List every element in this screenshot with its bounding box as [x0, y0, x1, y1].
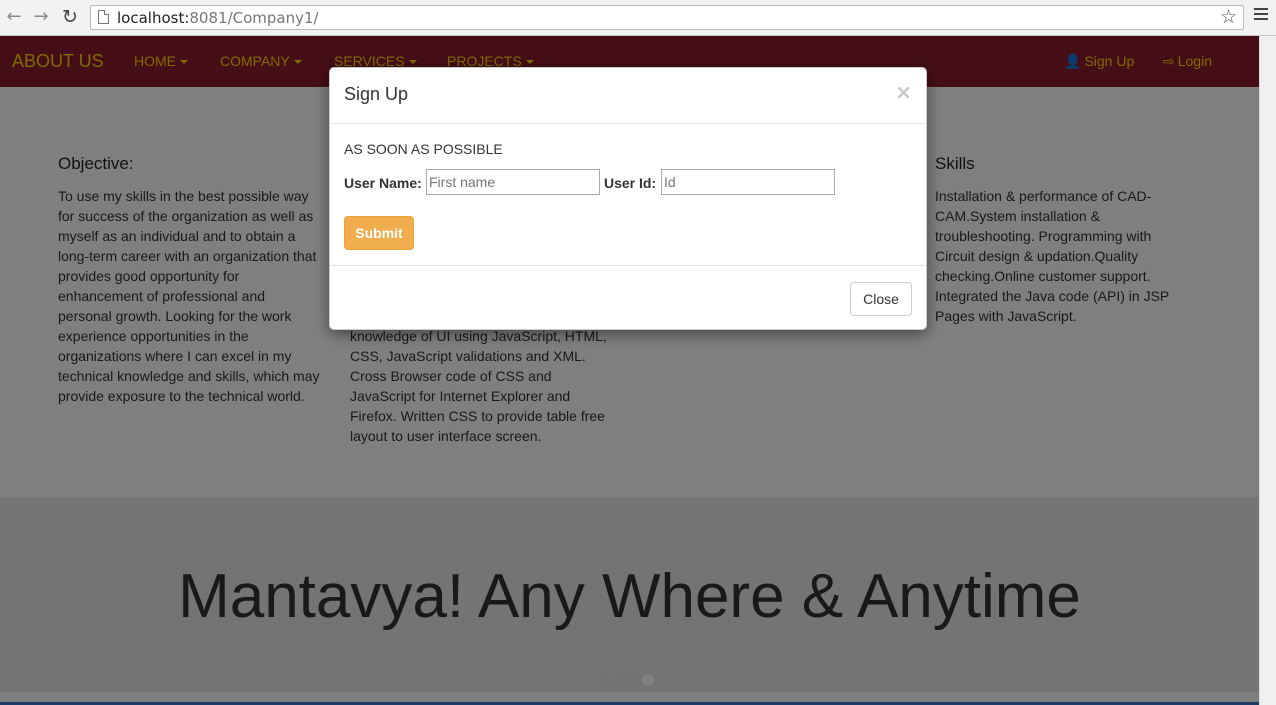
- modal-body: AS SOON AS POSSIBLE User Name: User Id: …: [330, 124, 926, 266]
- forward-icon[interactable]: →: [31, 7, 51, 27]
- modal-title: Sign Up: [344, 84, 409, 104]
- submit-button[interactable]: Submit: [344, 216, 414, 250]
- url-host: localhost:: [117, 9, 190, 27]
- page-icon: [98, 10, 109, 24]
- userid-input[interactable]: [661, 169, 835, 195]
- close-icon[interactable]: ×: [895, 80, 912, 104]
- signup-modal: Sign Up × AS SOON AS POSSIBLE User Name:…: [329, 67, 927, 330]
- browser-menu-icon[interactable]: [1254, 8, 1268, 22]
- scrollbar[interactable]: [1259, 36, 1276, 705]
- userid-label: User Id:: [604, 175, 657, 191]
- url-text[interactable]: localhost:8081/Company1/: [117, 9, 319, 27]
- modal-footer: Close: [330, 266, 926, 329]
- close-button[interactable]: Close: [850, 282, 912, 316]
- modal-header: Sign Up ×: [330, 68, 926, 124]
- browser-toolbar: ← → ↻ localhost:8081/Company1/ ☆: [0, 0, 1276, 36]
- back-icon[interactable]: ←: [4, 7, 24, 27]
- url-path: 8081/Company1/: [189, 9, 319, 27]
- reload-icon[interactable]: ↻: [60, 7, 80, 27]
- username-label: User Name:: [344, 175, 422, 191]
- bookmark-star-icon[interactable]: ☆: [1220, 6, 1237, 28]
- address-bar[interactable]: localhost:8081/Company1/ ☆: [90, 5, 1244, 30]
- modal-intro: AS SOON AS POSSIBLE: [344, 141, 503, 157]
- username-input[interactable]: [426, 169, 600, 195]
